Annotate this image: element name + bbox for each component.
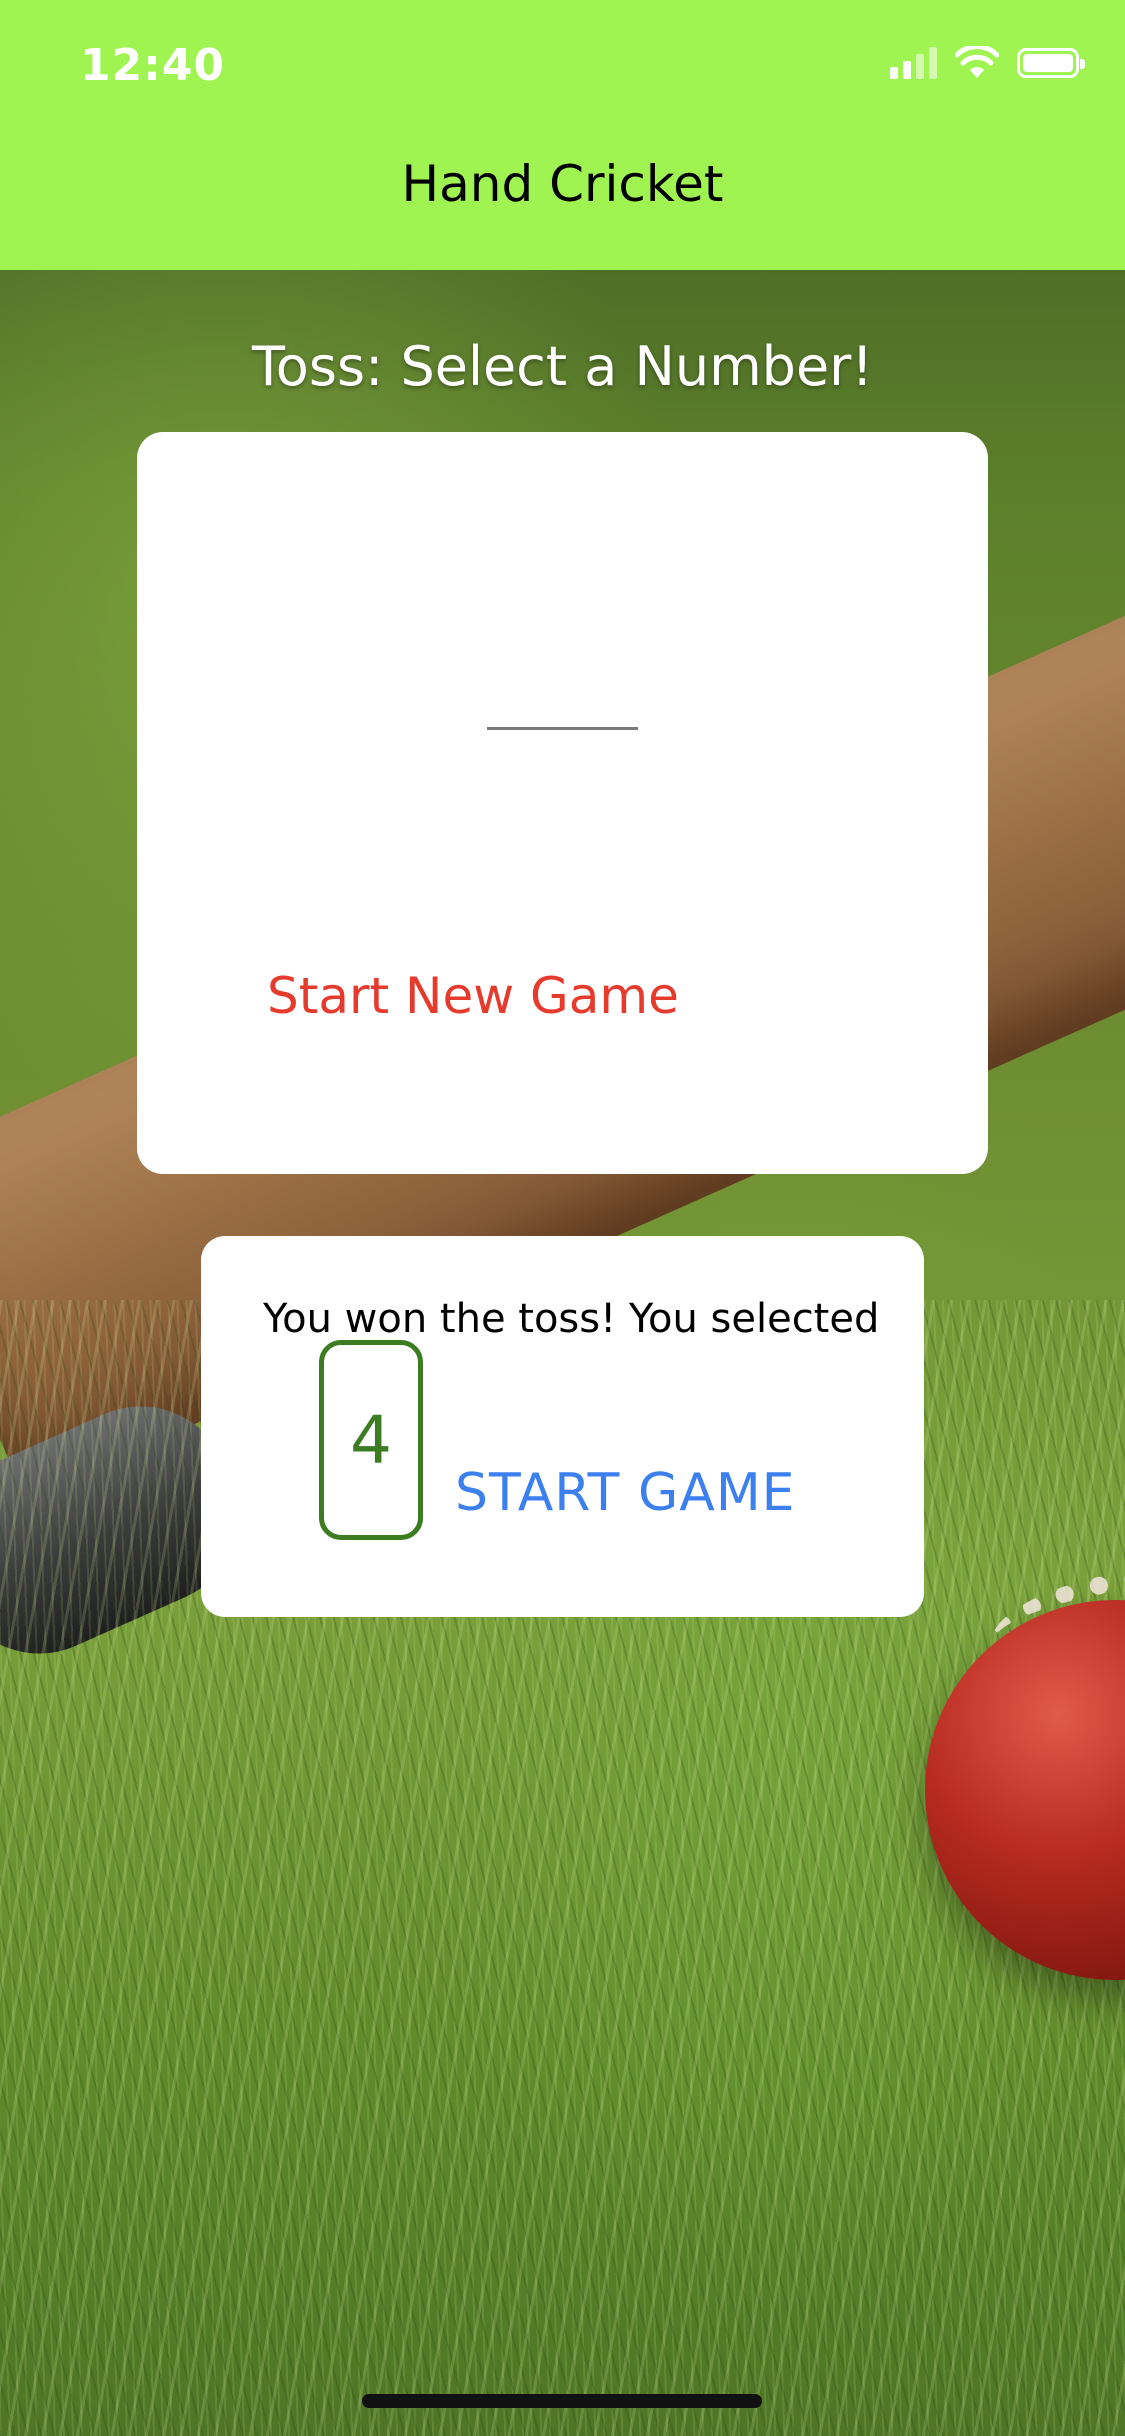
app-title: Hand Cricket [401,155,724,213]
navigation-bar: 12:40 Hand Cricket [0,0,1125,270]
selected-number-badge: 4 [319,1340,423,1540]
status-icons [890,46,1085,80]
status-time: 12:40 [80,40,226,91]
home-indicator[interactable] [362,2394,762,2408]
toss-result-message: You won the toss! You selected [263,1296,880,1342]
cellular-signal-icon [890,47,937,79]
start-new-game-button[interactable]: Start New Game [267,967,679,1025]
battery-level [1023,54,1073,72]
toss-result-card: You won the toss! You selected 4 START G… [201,1236,924,1617]
number-picker-wheel[interactable] [487,727,638,730]
wifi-icon [955,46,999,78]
start-game-button[interactable]: START GAME [455,1463,796,1523]
number-picker-card: Start New Game [137,432,988,1174]
toss-heading: Toss: Select a Number! [251,335,874,398]
battery-icon [1017,48,1085,78]
